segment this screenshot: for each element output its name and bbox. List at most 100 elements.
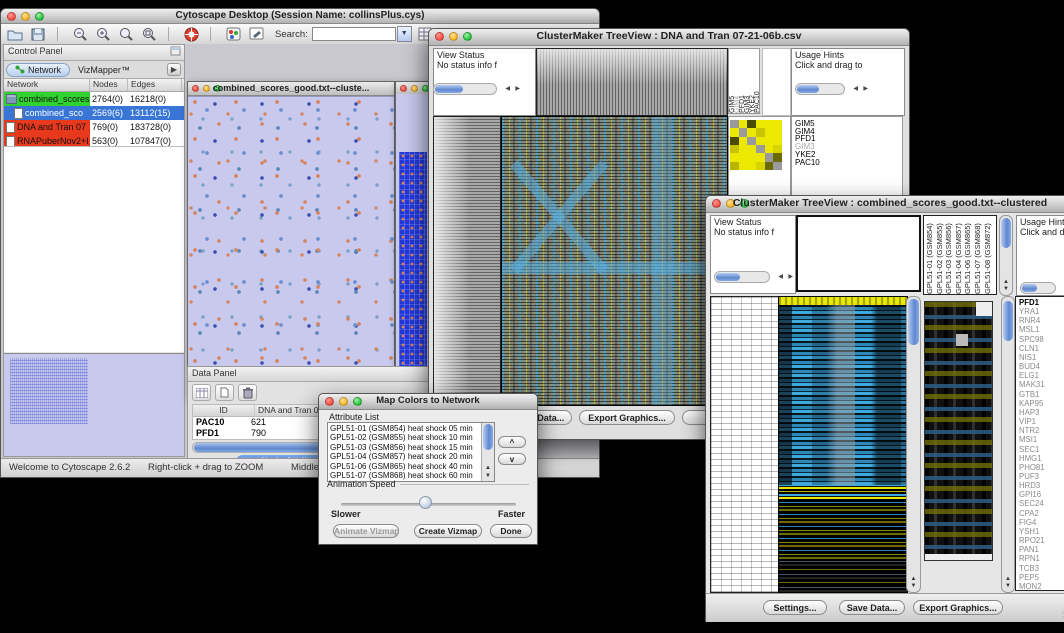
gene-label[interactable]: YRA1 [1019, 307, 1064, 316]
network-frame-titlebar[interactable]: combined_scores_good.txt--cluste... [188, 82, 394, 96]
column-label[interactable]: GPL51-03 (GSM856) [945, 218, 955, 294]
gene-label[interactable]: NIS1 [1019, 353, 1064, 362]
gene-label[interactable]: PAC10 [795, 159, 902, 167]
expression-heatmap[interactable] [778, 296, 908, 593]
dialog-button[interactable]: Animate Vizmap [333, 524, 399, 538]
gene-label[interactable]: SEC24 [1019, 499, 1064, 508]
zoom-selected-icon[interactable] [140, 26, 158, 42]
usage-hints-scrollbar[interactable]: ◀ ▶ [795, 83, 845, 95]
scroll-up-icon[interactable]: ▲ [482, 465, 494, 472]
attribute-item[interactable]: GPL51-02 (GSM855) heat shock 10 min [330, 433, 481, 442]
column-label[interactable]: GPL51-08 (GSM872) [984, 218, 994, 294]
view-status-scrollbar[interactable]: ◀ ▶ [714, 271, 770, 283]
minimize-button[interactable] [411, 85, 418, 92]
column-label[interactable]: GPL51-07 (GSM868) [974, 218, 984, 294]
gene-label[interactable]: TCB3 [1019, 564, 1064, 573]
view-status-scrollbar[interactable]: ◀ ▶ [433, 83, 497, 95]
gene-label[interactable]: KAP95 [1019, 399, 1064, 408]
move-up-button[interactable]: ^ [498, 436, 526, 448]
gene-label[interactable]: HMG1 [1019, 454, 1064, 463]
global-heatmap[interactable] [501, 116, 728, 406]
attribute-item[interactable]: GPL51-06 (GSM865) heat shock 40 min [330, 462, 481, 471]
scrollbar-thumb[interactable] [435, 85, 463, 93]
birdseye-view[interactable] [4, 353, 184, 456]
heatmap-vscrollbar[interactable]: ▲ ▼ [906, 296, 921, 593]
scroll-up-icon[interactable]: ▲ [1002, 576, 1014, 583]
column-label[interactable]: GPL51-06 (GSM865) [964, 218, 974, 294]
dialog-button[interactable]: Done [490, 524, 532, 538]
gene-label[interactable]: VIP1 [1019, 417, 1064, 426]
gene-label[interactable]: ELG1 [1019, 371, 1064, 380]
cytoscape-titlebar[interactable]: Cytoscape Desktop (Session Name: collins… [1, 9, 599, 24]
select-attributes-icon[interactable] [192, 384, 211, 401]
gene-label[interactable]: PEP5 [1019, 573, 1064, 582]
column-labels-scrollbar[interactable]: ▲ ▼ [999, 215, 1013, 296]
save-session-icon[interactable] [29, 26, 47, 42]
move-down-button[interactable]: v [498, 453, 526, 465]
gene-label[interactable]: PFD1 [1019, 298, 1064, 307]
dialog-titlebar[interactable]: Map Colors to Network [319, 394, 537, 410]
listbox-scrollbar[interactable]: ▲ ▼ [481, 423, 494, 481]
column-label[interactable]: GPL51-01 (GSM854) [926, 218, 936, 294]
scroll-left-icon[interactable]: ◀ [853, 84, 858, 94]
help-lifesaver-icon[interactable] [182, 26, 200, 42]
scroll-right-icon[interactable]: ▶ [863, 84, 868, 94]
cluster-heatmap-matrix[interactable] [730, 120, 782, 170]
column-label[interactable]: GPL51-02 (GSM855) [936, 218, 946, 294]
new-attribute-icon[interactable] [215, 384, 234, 401]
treeview2-button[interactable]: Settings... [763, 600, 827, 615]
gene-label[interactable]: PUF3 [1019, 472, 1064, 481]
dialog-button[interactable]: Create Vizmap [414, 524, 482, 538]
attribute-item[interactable]: GPL51-04 (GSM857) heat shock 20 min [330, 452, 481, 461]
scroll-down-icon[interactable]: ▼ [907, 583, 920, 590]
vizmapper-icon[interactable] [224, 26, 242, 42]
gene-label[interactable]: BUD4 [1019, 362, 1064, 371]
gene-label[interactable]: RNR4 [1019, 316, 1064, 325]
gene-label[interactable]: HAP3 [1019, 408, 1064, 417]
gene-label[interactable]: SEC1 [1019, 445, 1064, 454]
gene-label[interactable]: SPC98 [1019, 335, 1064, 344]
network-row[interactable]: combined_sco 2569(6) 13112(15) [4, 106, 184, 120]
gene-label[interactable]: MON2 [1019, 582, 1064, 591]
scroll-right-icon[interactable]: ▶ [515, 84, 520, 94]
scroll-up-icon[interactable]: ▲ [907, 576, 920, 583]
attribute-item[interactable]: GPL51-03 (GSM856) heat shock 15 min [330, 443, 481, 452]
network-row[interactable]: combined_scores 2764(0) 16218(0) [4, 92, 184, 106]
tab-overflow-arrow-icon[interactable]: ▶ [167, 63, 181, 76]
annotation-icon[interactable] [247, 26, 265, 42]
close-button[interactable] [400, 85, 407, 92]
column-label[interactable]: PAC10 [754, 57, 759, 113]
scrollbar-thumb[interactable] [1001, 218, 1011, 248]
attribute-listbox[interactable]: GPL51-01 (GSM854) heat shock 05 minGPL51… [327, 422, 495, 482]
gene-list-scrollbar[interactable]: ▲ ▼ [1001, 296, 1015, 593]
gene-label[interactable]: HRD3 [1019, 481, 1064, 490]
scroll-up-icon[interactable]: ▲ [1000, 279, 1012, 286]
gene-label[interactable]: NTR2 [1019, 426, 1064, 435]
speed-slider-thumb[interactable] [419, 496, 432, 509]
scroll-left-icon[interactable]: ◀ [778, 272, 783, 282]
treeview1-button[interactable]: Export Graphics... [579, 410, 675, 425]
row-dendrogram[interactable] [433, 116, 501, 406]
scrollbar-thumb[interactable] [908, 299, 919, 345]
gene-label[interactable]: MSI1 [1019, 435, 1064, 444]
scrollbar-thumb[interactable] [716, 273, 740, 281]
column-dendrogram[interactable] [536, 48, 728, 116]
tab-vizmapper[interactable]: VizMapper™ [70, 64, 138, 76]
tab-network[interactable]: Network [6, 63, 70, 77]
gene-label[interactable]: MAK31 [1019, 380, 1064, 389]
scroll-left-icon[interactable]: ◀ [505, 84, 510, 94]
gene-label[interactable]: RPO21 [1019, 536, 1064, 545]
gene-label[interactable]: GPI16 [1019, 490, 1064, 499]
scrollbar-thumb[interactable] [797, 85, 819, 93]
usage-hints-scrollbar[interactable] [1020, 282, 1056, 294]
scroll-down-icon[interactable]: ▼ [1002, 583, 1014, 590]
gene-label[interactable]: FIG4 [1019, 518, 1064, 527]
gene-label[interactable]: YSH1 [1019, 527, 1064, 536]
gene-label[interactable]: CPA2 [1019, 509, 1064, 518]
gene-label[interactable]: MSL1 [1019, 325, 1064, 334]
network-canvas[interactable] [188, 96, 394, 397]
treeview2-titlebar[interactable]: ClusterMaker TreeView : combined_scores_… [706, 196, 1064, 213]
network-row[interactable]: DNA and Tran 07 769(0) 183728(0) [4, 120, 184, 134]
zoom-heatmap[interactable] [924, 301, 993, 561]
zoom-fit-icon[interactable] [117, 26, 135, 42]
